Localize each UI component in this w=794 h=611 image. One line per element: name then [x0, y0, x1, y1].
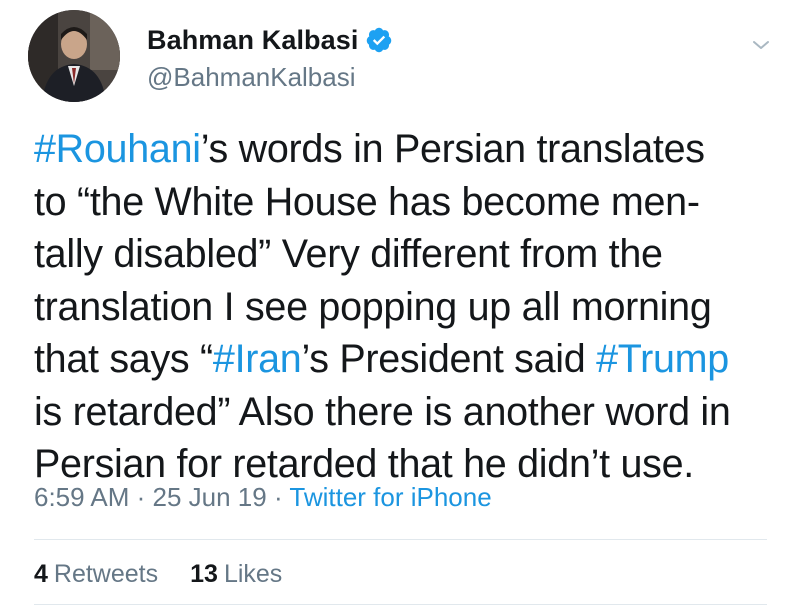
tweet-line: to “the White House has become men-	[34, 176, 779, 229]
hashtag-rouhani[interactable]: #Rouhani	[34, 127, 201, 171]
avatar-image	[28, 10, 120, 102]
divider	[34, 539, 767, 540]
tweet-text-segment: that says “	[34, 337, 213, 381]
tweet-meta: 6:59 AM · 25 Jun 19 · Twitter for iPhone	[34, 482, 492, 513]
likes-count: 13	[190, 560, 218, 588]
hashtag-iran[interactable]: #Iran	[213, 337, 302, 381]
tweet-line: #Rouhani’s words in Persian translates	[34, 123, 779, 176]
likes-label: Likes	[223, 560, 283, 588]
likes-stat[interactable]: 13 Likes	[190, 560, 282, 589]
tweet-source-link[interactable]: Twitter for iPhone	[289, 482, 491, 512]
tweet-text-segment: to “the White House has become men-	[34, 179, 700, 224]
tweet-date[interactable]: 25 Jun 19	[153, 482, 267, 512]
author-handle[interactable]: @BahmanKalbasi	[147, 62, 356, 93]
tweet-text-segment: translation I see popping up all morning	[34, 284, 712, 329]
tweet-text: #Rouhani’s words in Persian translates t…	[34, 123, 779, 491]
tweet-line: is retarded” Also there is another word …	[34, 386, 779, 439]
tweet-time[interactable]: 6:59 AM	[34, 482, 129, 512]
avatar[interactable]	[28, 10, 120, 102]
author-name-row[interactable]: Bahman Kalbasi	[147, 20, 393, 60]
tweet-line: that says “#Iran’s President said #Trump	[34, 333, 779, 386]
tweet-text-segment: ’s words in Persian translates	[200, 127, 705, 171]
retweets-label: Retweets	[53, 560, 159, 588]
hashtag-trump[interactable]: #Trump	[596, 337, 729, 381]
retweets-stat[interactable]: 4 Retweets	[34, 560, 158, 589]
tweet-line: tally disabled” Very different from the	[34, 228, 779, 281]
meta-separator: ·	[266, 482, 290, 512]
meta-separator: ·	[129, 482, 153, 512]
author-display-name[interactable]: Bahman Kalbasi	[147, 25, 358, 56]
tweet-text-segment: Persian for retarded that he didn’t use.	[34, 442, 694, 486]
tweet-text-segment: is retarded” Also there is another word …	[34, 389, 731, 434]
divider	[34, 604, 767, 605]
tweet-card: Bahman Kalbasi @BahmanKalbasi #Rouhani’s…	[0, 0, 794, 611]
tweet-text-segment: tally disabled” Very different from the	[34, 232, 663, 276]
tweet-line: translation I see popping up all morning	[34, 281, 779, 334]
engagement-stats: 4 Retweets 13 Likes	[34, 560, 314, 589]
retweets-count: 4	[34, 560, 48, 588]
chevron-down-icon[interactable]	[749, 33, 773, 57]
verified-badge-icon	[365, 26, 393, 54]
tweet-text-segment: ’s President said	[301, 337, 597, 381]
